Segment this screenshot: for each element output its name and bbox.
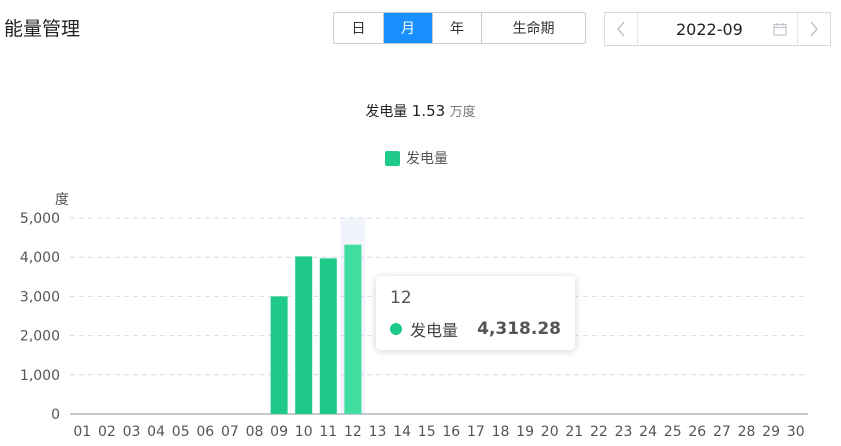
x-tick-label: 11	[319, 424, 337, 440]
x-tick-label: 03	[123, 424, 141, 440]
x-tick-label: 08	[246, 424, 264, 440]
y-tick-label: 3,000	[20, 289, 60, 305]
y-tick-label: 4,000	[20, 250, 60, 266]
x-tick-label: 07	[221, 424, 239, 440]
y-tick-label: 1,000	[20, 368, 60, 384]
x-tick-label: 16	[442, 424, 460, 440]
x-tick-label: 13	[369, 424, 387, 440]
x-tick-label: 26	[688, 424, 706, 440]
x-tick-label: 17	[467, 424, 485, 440]
x-tick-label: 23	[615, 424, 633, 440]
y-tick-label: 0	[51, 407, 60, 423]
x-tick-label: 22	[590, 424, 608, 440]
x-tick-label: 20	[541, 424, 559, 440]
x-tick-label: 02	[98, 424, 116, 440]
x-tick-label: 14	[393, 424, 411, 440]
x-tick-label: 04	[147, 424, 165, 440]
tooltip-series-name: 发电量	[410, 321, 459, 340]
x-tick-label: 29	[762, 424, 780, 440]
x-tick-label: 28	[738, 424, 756, 440]
y-axis-label: 度	[55, 192, 69, 208]
bar-chart: 0 1,000 2,000 3,000 4,000 5,000 度 01 02 03 04 05 06 0…	[20, 192, 808, 440]
bar	[270, 296, 288, 414]
bar	[344, 244, 362, 414]
x-tick-label: 27	[713, 424, 731, 440]
y-tick-label: 2,000	[20, 329, 60, 345]
chart-tooltip: 12 发电量 4,318.28	[376, 276, 575, 350]
x-tick-label: 01	[73, 424, 91, 440]
x-tick-label: 24	[639, 424, 657, 440]
y-tick-label: 5,000	[20, 211, 60, 227]
x-tick-label: 30	[787, 424, 805, 440]
x-tick-label: 09	[270, 424, 288, 440]
tooltip-title: 12	[390, 288, 412, 308]
bar	[295, 256, 313, 414]
tooltip-dot	[390, 323, 402, 335]
tooltip-value: 4,318.28	[477, 319, 561, 339]
x-tick-label: 10	[295, 424, 313, 440]
bar	[319, 258, 337, 414]
x-tick-label: 05	[172, 424, 190, 440]
x-tick-label: 18	[492, 424, 510, 440]
x-tick-label: 25	[664, 424, 682, 440]
x-tick-label: 15	[418, 424, 436, 440]
x-tick-label: 06	[196, 424, 214, 440]
x-tick-label: 19	[516, 424, 534, 440]
x-tick-label: 21	[565, 424, 583, 440]
x-tick-label: 12	[344, 424, 362, 440]
